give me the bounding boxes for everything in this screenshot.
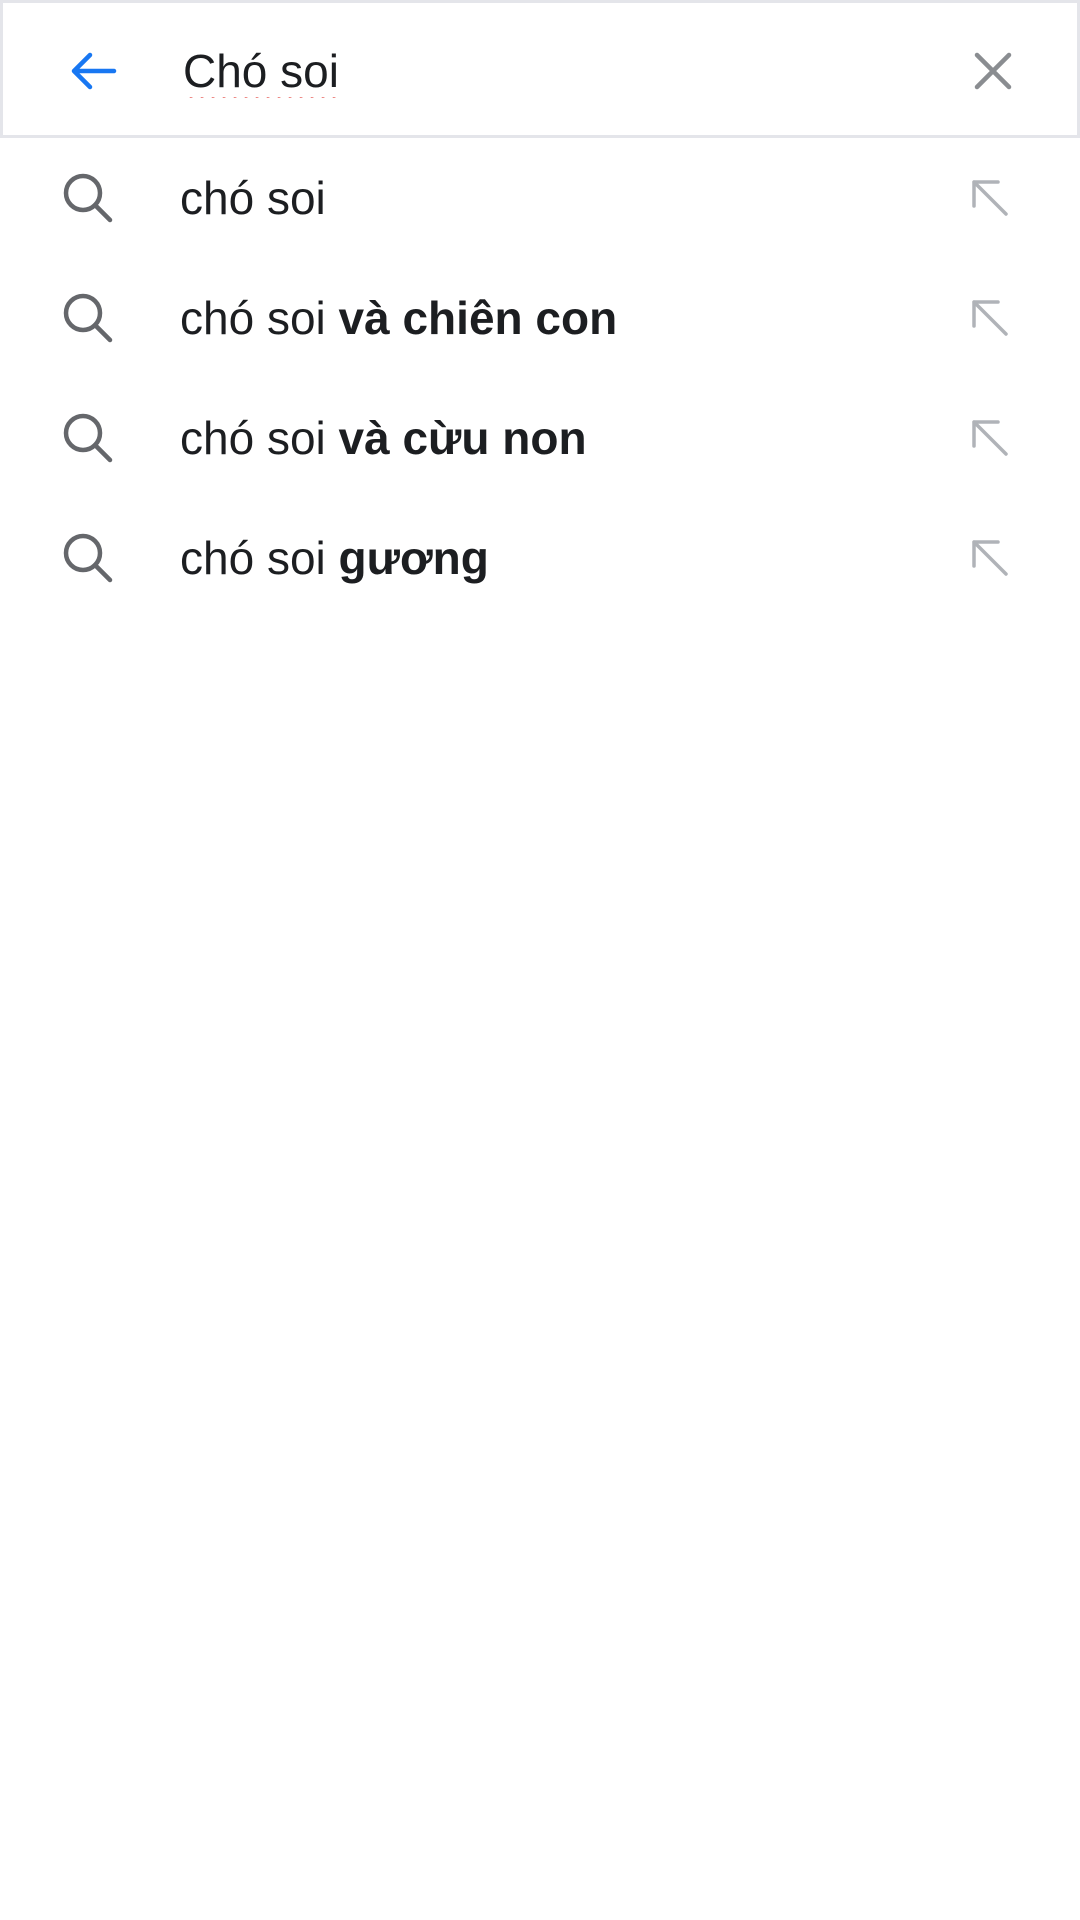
arrow-up-left-icon bbox=[972, 540, 1008, 576]
search-icon bbox=[63, 533, 113, 583]
search-icon bbox=[63, 413, 113, 463]
fill-query-button[interactable] bbox=[960, 288, 1020, 348]
fill-query-button[interactable] bbox=[960, 168, 1020, 228]
suggestion-prefix: chó soi bbox=[180, 532, 339, 584]
suggestion-list: chó soi chó soi và chiên con chó soi và … bbox=[0, 138, 1080, 618]
search-input[interactable] bbox=[183, 44, 923, 98]
arrow-up-left-icon bbox=[972, 420, 1008, 456]
suggestion-prefix: chó soi bbox=[180, 292, 339, 344]
search-screen: chó soi chó soi và chiên con bbox=[0, 0, 1080, 1920]
suggestion-item[interactable]: chó soi bbox=[0, 138, 1080, 258]
suggestion-text: chó soi và chiên con bbox=[180, 258, 617, 378]
suggestion-completion: gương bbox=[338, 532, 489, 584]
suggestion-item[interactable]: chó soi và cừu non bbox=[0, 378, 1080, 498]
search-icon bbox=[63, 173, 113, 223]
suggestion-item[interactable]: chó soi và chiên con bbox=[0, 258, 1080, 378]
suggestion-prefix: chó soi bbox=[180, 412, 339, 464]
suggestion-prefix: chó soi bbox=[180, 172, 326, 224]
suggestion-text: chó soi bbox=[180, 138, 326, 258]
fill-query-button[interactable] bbox=[960, 528, 1020, 588]
close-icon bbox=[974, 52, 1012, 90]
clear-search-button[interactable] bbox=[953, 27, 1033, 115]
suggestion-text: chó soi và cừu non bbox=[180, 378, 587, 498]
arrow-left-icon bbox=[71, 52, 117, 90]
arrow-up-left-icon bbox=[972, 180, 1008, 216]
search-icon bbox=[63, 293, 113, 343]
arrow-up-left-icon bbox=[972, 300, 1008, 336]
search-bar bbox=[0, 0, 1080, 138]
suggestion-text: chó soi gương bbox=[180, 498, 489, 618]
suggestion-item[interactable]: chó soi gương bbox=[0, 498, 1080, 618]
suggestion-completion: và cừu non bbox=[338, 412, 587, 464]
back-button[interactable] bbox=[53, 27, 133, 115]
search-input-wrap bbox=[183, 31, 923, 111]
suggestion-completion: và chiên con bbox=[338, 292, 618, 344]
fill-query-button[interactable] bbox=[960, 408, 1020, 468]
